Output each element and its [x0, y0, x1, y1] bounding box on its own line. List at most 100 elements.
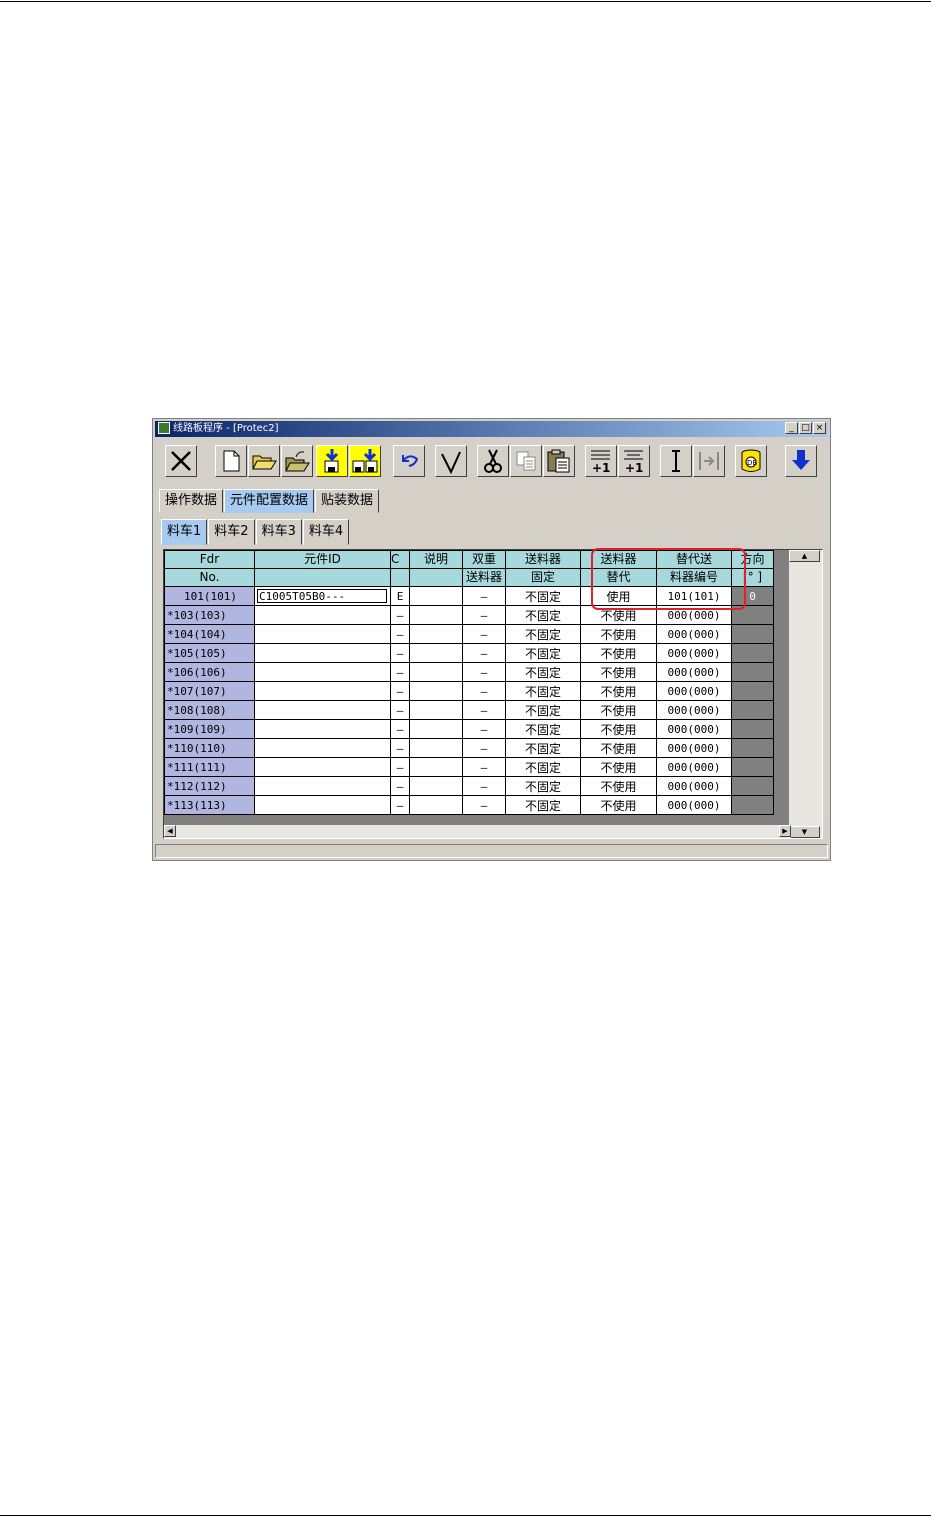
table-row[interactable]: *113(113) – – 不固定 不使用 000(000) — [164, 795, 774, 815]
cell-dual[interactable]: – — [462, 719, 506, 739]
tab-cart-4[interactable]: 料车4 — [302, 519, 350, 545]
tab-cart-3[interactable]: 料车3 — [255, 519, 302, 545]
database-button[interactable]: DB — [735, 445, 767, 477]
cell-fdr[interactable]: *106(106) — [164, 662, 255, 682]
cell-desc[interactable] — [409, 719, 463, 739]
cut-button[interactable] — [477, 445, 509, 477]
cell-c[interactable]: – — [390, 643, 410, 663]
cell-dir[interactable] — [731, 738, 774, 758]
table-row[interactable]: *110(110) – – 不固定 不使用 000(000) — [164, 738, 774, 758]
table-row[interactable]: *111(111) – – 不固定 不使用 000(000) — [164, 757, 774, 777]
cell-fixed[interactable]: 不固定 — [505, 700, 581, 720]
cell-part[interactable]: C1005T05B0--- — [254, 586, 391, 606]
scroll-down-button[interactable]: ▼ — [789, 826, 820, 838]
cell-subno[interactable]: 000(000) — [656, 776, 732, 796]
cell-fixed[interactable]: 不固定 — [505, 795, 581, 815]
download-button[interactable] — [785, 445, 817, 477]
cell-sub[interactable]: 不使用 — [580, 700, 657, 720]
cell-c[interactable]: – — [390, 662, 410, 682]
cell-desc[interactable] — [409, 662, 463, 682]
close-window-button[interactable]: × — [813, 422, 826, 434]
cell-sub[interactable]: 不使用 — [580, 662, 657, 682]
cell-sub[interactable]: 不使用 — [580, 719, 657, 739]
cell-dual[interactable]: – — [462, 624, 506, 644]
cell-part[interactable] — [254, 795, 391, 815]
cell-sub[interactable]: 不使用 — [580, 757, 657, 777]
cell-fdr[interactable]: *104(104) — [164, 624, 255, 644]
cell-fixed[interactable]: 不固定 — [505, 586, 581, 606]
cell-subno[interactable]: 000(000) — [656, 738, 732, 758]
cell-desc[interactable] — [409, 624, 463, 644]
cell-desc[interactable] — [409, 605, 463, 625]
cell-desc[interactable] — [409, 586, 463, 606]
cell-dual[interactable]: – — [462, 776, 506, 796]
cell-sub[interactable]: 不使用 — [580, 738, 657, 758]
cell-sub[interactable]: 不使用 — [580, 776, 657, 796]
cell-fixed[interactable]: 不固定 — [505, 776, 581, 796]
cell-c[interactable]: – — [390, 605, 410, 625]
cell-desc[interactable] — [409, 795, 463, 815]
cell-fixed[interactable]: 不固定 — [505, 662, 581, 682]
cell-dir[interactable] — [731, 643, 774, 663]
vertical-scrollbar[interactable]: ▲ ▼ — [789, 550, 822, 838]
tab-cart-2[interactable]: 料车2 — [208, 519, 255, 545]
table-row[interactable]: *112(112) – – 不固定 不使用 000(000) — [164, 776, 774, 796]
table-row[interactable]: *105(105) – – 不固定 不使用 000(000) — [164, 643, 774, 663]
cell-fdr[interactable]: *109(109) — [164, 719, 255, 739]
cell-desc[interactable] — [409, 776, 463, 796]
text-button[interactable] — [660, 445, 692, 477]
cell-c[interactable]: – — [390, 681, 410, 701]
cell-fixed[interactable]: 不固定 — [505, 643, 581, 663]
cell-dir[interactable] — [731, 719, 774, 739]
cell-dir[interactable] — [731, 700, 774, 720]
table-row[interactable]: *104(104) – – 不固定 不使用 000(000) — [164, 624, 774, 644]
cell-subno[interactable]: 000(000) — [656, 795, 732, 815]
tab-component-config[interactable]: 元件配置数据 — [224, 489, 315, 513]
save-button[interactable] — [316, 445, 348, 477]
part-id-edit[interactable]: C1005T05B0--- — [257, 589, 387, 603]
cell-dir[interactable] — [731, 776, 774, 796]
cell-dual[interactable]: – — [462, 605, 506, 625]
cell-part[interactable] — [254, 624, 391, 644]
cell-fdr[interactable]: *111(111) — [164, 757, 255, 777]
cell-fixed[interactable]: 不固定 — [505, 605, 581, 625]
scroll-up-button[interactable]: ▲ — [789, 550, 820, 562]
new-file-button[interactable] — [215, 445, 247, 477]
cell-subno[interactable]: 000(000) — [656, 700, 732, 720]
cell-part[interactable] — [254, 776, 391, 796]
cell-dual[interactable]: – — [462, 662, 506, 682]
cell-subno[interactable]: 000(000) — [656, 643, 732, 663]
tab-cart-1[interactable]: 料车1 — [161, 519, 208, 545]
scroll-left-button[interactable]: ◀ — [164, 825, 176, 837]
cell-fdr[interactable]: *110(110) — [164, 738, 255, 758]
cell-fdr[interactable]: *108(108) — [164, 700, 255, 720]
table-row[interactable]: *108(108) – – 不固定 不使用 000(000) — [164, 700, 774, 720]
cell-dir[interactable] — [731, 681, 774, 701]
cell-dual[interactable]: – — [462, 700, 506, 720]
cell-c[interactable]: – — [390, 757, 410, 777]
cell-subno[interactable]: 000(000) — [656, 719, 732, 739]
copy-button[interactable] — [510, 445, 542, 477]
cell-desc[interactable] — [409, 643, 463, 663]
cell-part[interactable] — [254, 681, 391, 701]
increment-button[interactable]: +1 — [618, 445, 650, 477]
cell-part[interactable] — [254, 643, 391, 663]
undo-button[interactable] — [393, 445, 425, 477]
cell-subno[interactable]: 000(000) — [656, 757, 732, 777]
cell-fdr[interactable]: *107(107) — [164, 681, 255, 701]
cell-fdr[interactable]: *113(113) — [164, 795, 255, 815]
cell-subno[interactable]: 000(000) — [656, 624, 732, 644]
horizontal-scrollbar[interactable]: ◀ ▶ — [164, 825, 791, 838]
cell-desc[interactable] — [409, 700, 463, 720]
tab-mount-data[interactable]: 贴装数据 — [315, 489, 380, 513]
cell-sub[interactable]: 不使用 — [580, 643, 657, 663]
cell-c[interactable]: – — [390, 719, 410, 739]
cell-sub[interactable]: 不使用 — [580, 624, 657, 644]
cell-subno[interactable]: 000(000) — [656, 681, 732, 701]
cell-part[interactable] — [254, 700, 391, 720]
cell-desc[interactable] — [409, 681, 463, 701]
cell-fdr[interactable]: 101(101) — [164, 586, 255, 606]
table-row[interactable]: *106(106) – – 不固定 不使用 000(000) — [164, 662, 774, 682]
cell-fixed[interactable]: 不固定 — [505, 719, 581, 739]
cell-part[interactable] — [254, 757, 391, 777]
